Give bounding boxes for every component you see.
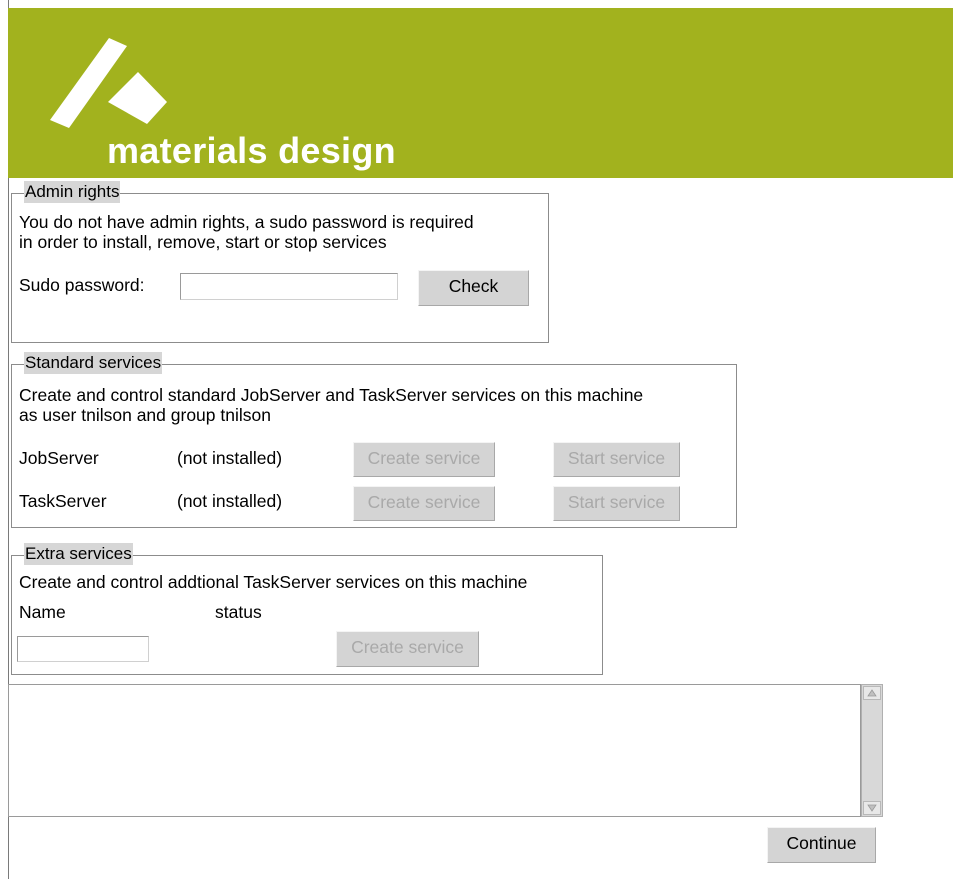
jobserver-start-service-button[interactable]: Start service	[553, 442, 680, 477]
taskserver-create-service-button[interactable]: Create service	[353, 486, 495, 521]
taskserver-status: (not installed)	[177, 491, 283, 511]
jobserver-name: JobServer	[19, 448, 99, 468]
standard-desc-line1: Create and control standard JobServer an…	[19, 385, 644, 405]
sudo-password-label: Sudo password:	[19, 275, 145, 295]
standard-services-title: Standard services	[24, 352, 163, 374]
scroll-down-arrow-icon[interactable]	[863, 801, 881, 815]
brand-name: materials design	[107, 130, 396, 171]
taskserver-start-service-button[interactable]: Start service	[553, 486, 680, 521]
jobserver-create-service-button[interactable]: Create service	[353, 442, 495, 477]
log-vertical-scrollbar[interactable]	[861, 684, 883, 817]
extra-status-column-label: status	[215, 602, 262, 622]
extra-service-name-input[interactable]	[17, 636, 149, 662]
admin-rights-title: Admin rights	[24, 181, 121, 203]
materials-design-logo-icon	[50, 38, 167, 128]
extra-name-column-label: Name	[19, 602, 66, 622]
extra-create-service-button[interactable]: Create service	[336, 631, 479, 667]
admin-message-line1: You do not have admin rights, a sudo pas…	[19, 212, 474, 232]
extra-services-title: Extra services	[24, 543, 133, 565]
standard-desc-line2: as user tnilson and group tnilson	[19, 405, 271, 425]
sudo-password-input[interactable]	[180, 273, 398, 300]
admin-message-line2: in order to install, remove, start or st…	[19, 232, 387, 252]
scroll-up-arrow-icon[interactable]	[863, 686, 881, 700]
continue-button[interactable]: Continue	[767, 827, 876, 863]
jobserver-status: (not installed)	[177, 448, 283, 468]
taskserver-name: TaskServer	[19, 491, 107, 511]
check-button[interactable]: Check	[418, 270, 529, 306]
extra-desc: Create and control addtional TaskServer …	[19, 572, 528, 592]
brand-banner: materials design	[8, 8, 953, 178]
log-output-textarea[interactable]	[8, 684, 861, 817]
